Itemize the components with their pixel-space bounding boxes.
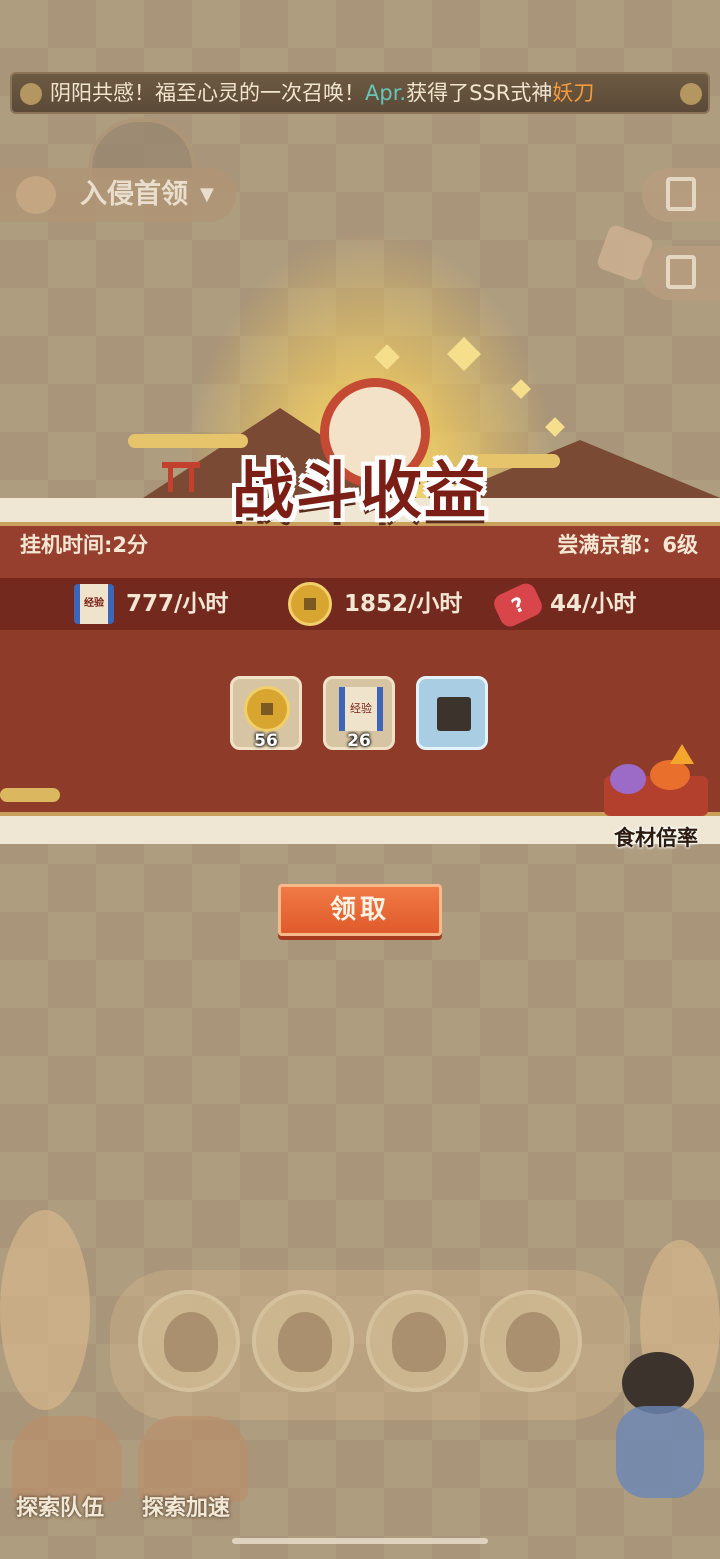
- chevron-down-icon: ▼: [200, 184, 214, 205]
- rate-candy: ? 44/小时: [490, 578, 696, 630]
- team-member-avatar[interactable]: [366, 1290, 468, 1392]
- explore-team-label: 探索队伍: [16, 1496, 105, 1521]
- boss-icon: [16, 176, 56, 214]
- rate-candy-text: 44/小时: [550, 591, 637, 617]
- panel-title: 战斗收益: [231, 454, 488, 527]
- rate-coin: 1852/小时: [288, 578, 488, 630]
- rate-exp-text: 777/小时: [126, 591, 229, 617]
- home-indicator: [232, 1538, 488, 1544]
- reward-item-seaweed[interactable]: [416, 676, 488, 750]
- rate-exp: 经验 777/小时: [74, 578, 294, 630]
- invade-boss-dropdown[interactable]: 入侵首领 ▼: [0, 168, 236, 222]
- invade-boss-label: 入侵首领: [80, 179, 188, 210]
- cloud-decoration: [0, 788, 60, 802]
- exp-scroll-icon: 经验: [74, 584, 114, 624]
- flower-icon: [20, 83, 42, 105]
- coin-icon: [244, 686, 290, 732]
- mascot-bear: [612, 1352, 708, 1502]
- explore-speedup-label: 探索加速: [142, 1496, 231, 1521]
- team-member-avatar[interactable]: [138, 1290, 240, 1392]
- vegetable-icon: [650, 760, 690, 790]
- item-count: 56: [254, 731, 278, 751]
- announcement-text: 阴阳共感！福至心灵的一次召唤！Apr.获得了SSR式神妖刀: [50, 81, 595, 105]
- area-level: 尝满京都：6级: [557, 533, 698, 557]
- card-button[interactable]: [642, 246, 720, 300]
- exp-scroll-icon: 经验: [339, 687, 383, 731]
- idle-time: 挂机时间:2分: [20, 533, 149, 557]
- food-multiplier-label: 食材倍率: [614, 826, 698, 850]
- list-icon: [666, 177, 696, 211]
- bear-head: [622, 1352, 694, 1414]
- claim-button[interactable]: 领取: [278, 884, 442, 936]
- flower-icon: [680, 83, 702, 105]
- rate-coin-text: 1852/小时: [344, 591, 463, 617]
- reward-item-exp[interactable]: 经验 26: [323, 676, 395, 751]
- seaweed-icon: [437, 697, 471, 731]
- team-member-avatar[interactable]: [252, 1290, 354, 1392]
- team-member-avatar[interactable]: [480, 1290, 582, 1392]
- coin-icon: [288, 582, 332, 626]
- vegetable-icon: [610, 764, 646, 794]
- bear-body: [616, 1406, 704, 1498]
- candy-ticket-icon: ?: [490, 580, 546, 630]
- list-button[interactable]: [642, 168, 720, 222]
- reward-item-coin[interactable]: 56: [230, 676, 302, 751]
- announcement-banner: 阴阳共感！福至心灵的一次召唤！Apr.获得了SSR式神妖刀: [10, 72, 710, 114]
- background-decoration: [0, 1210, 90, 1410]
- item-count: 26: [347, 731, 371, 751]
- card-icon: [666, 255, 696, 289]
- arrow-up-icon: [670, 744, 694, 764]
- food-multiplier-button[interactable]: [600, 744, 712, 820]
